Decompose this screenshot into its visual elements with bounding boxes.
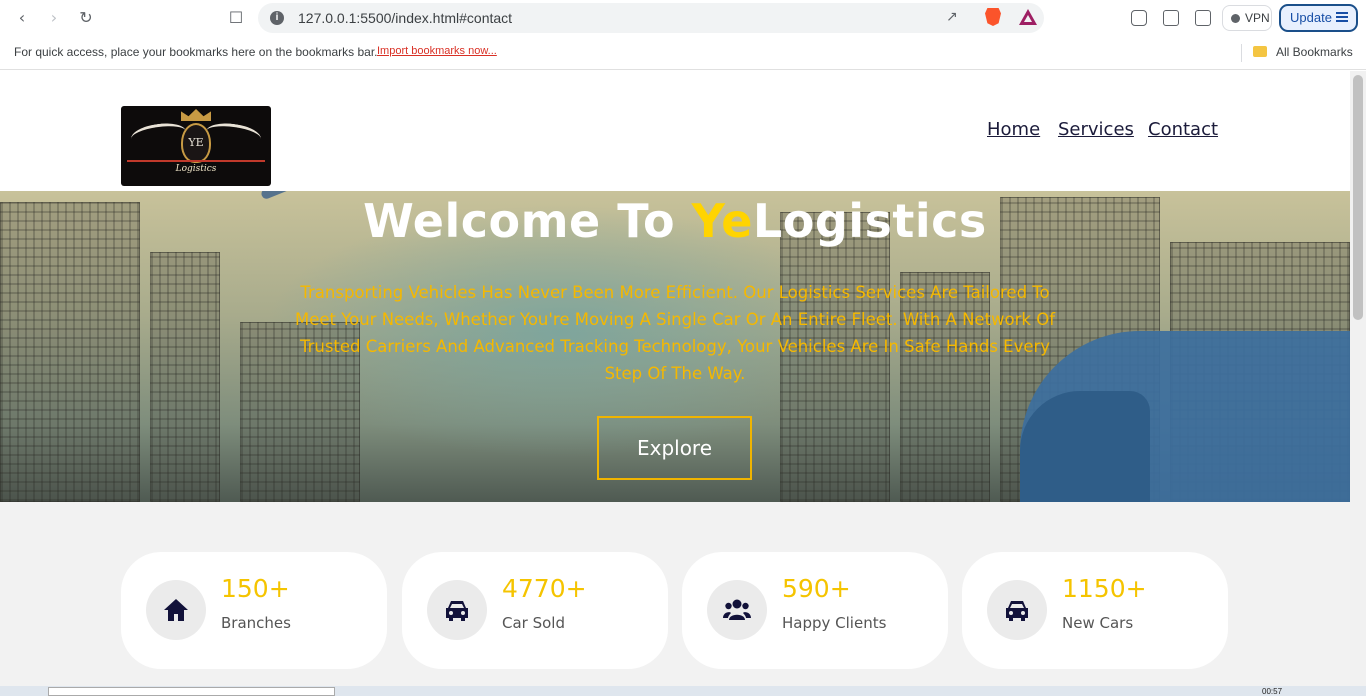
hero-title-suffix: Logistics bbox=[752, 194, 987, 248]
wing-left-icon bbox=[129, 120, 188, 150]
bookmarks-bar: For quick access, place your bookmarks h… bbox=[0, 36, 1366, 70]
share-icon[interactable]: ↗ bbox=[946, 9, 958, 25]
car-icon bbox=[987, 580, 1047, 640]
vpn-button[interactable]: VPN bbox=[1222, 5, 1272, 31]
wing-right-icon bbox=[204, 120, 263, 150]
taskbar-search[interactable] bbox=[48, 687, 335, 696]
nav-home[interactable]: Home bbox=[987, 119, 1040, 140]
update-label: Update bbox=[1290, 10, 1332, 25]
nav-services[interactable]: Services bbox=[1058, 119, 1134, 140]
car-icon bbox=[427, 580, 487, 640]
hero-title: Welcome To YeLogistics bbox=[0, 194, 1350, 248]
bookmarks-divider bbox=[1241, 44, 1242, 62]
hero-title-prefix: Welcome To bbox=[363, 194, 692, 248]
folder-icon bbox=[1253, 46, 1267, 57]
truck-cab-graphic bbox=[1020, 391, 1150, 502]
brave-shields-icon[interactable] bbox=[985, 8, 1001, 26]
bookmark-icon[interactable]: ☐ bbox=[226, 8, 246, 28]
menu-icon bbox=[1336, 12, 1348, 22]
home-icon bbox=[146, 580, 206, 640]
import-bookmarks-link[interactable]: Import bookmarks now... bbox=[377, 45, 497, 57]
update-button[interactable]: Update bbox=[1279, 4, 1358, 32]
explore-button[interactable]: Explore bbox=[597, 416, 752, 480]
address-bar[interactable]: i 127.0.0.1:5500/index.html#contact ↗ bbox=[258, 3, 1044, 33]
sidebar-icon[interactable] bbox=[1163, 10, 1179, 26]
wallet-icon[interactable] bbox=[1195, 10, 1211, 26]
browser-toolbar: ‹ › ↻ ☐ i 127.0.0.1:5500/index.html#cont… bbox=[0, 0, 1366, 36]
page-scrollbar[interactable] bbox=[1350, 71, 1366, 686]
site-logo[interactable]: YE Logistics bbox=[121, 106, 271, 186]
stats-section: 150+ Branches 4770+ Car Sold 590+ Happy … bbox=[0, 502, 1350, 686]
stat-value: 4770+ bbox=[502, 574, 587, 603]
stat-value: 590+ bbox=[782, 574, 851, 603]
logo-initials: YE bbox=[181, 123, 211, 163]
crown-icon bbox=[181, 109, 211, 121]
os-taskbar: 00:57 bbox=[0, 686, 1366, 696]
forward-icon[interactable]: › bbox=[44, 8, 64, 28]
stat-label: Branches bbox=[221, 614, 291, 632]
stat-value: 1150+ bbox=[1062, 574, 1147, 603]
url-text: 127.0.0.1:5500/index.html#contact bbox=[298, 10, 513, 26]
nav-contact[interactable]: Contact bbox=[1148, 119, 1218, 140]
building-graphic bbox=[150, 252, 220, 502]
hero-section: Welcome To YeLogistics Transporting Vehi… bbox=[0, 191, 1350, 502]
all-bookmarks-button[interactable]: All Bookmarks bbox=[1276, 45, 1353, 59]
page-viewport: YE Logistics Home Services Contact Welco… bbox=[0, 71, 1350, 686]
stat-card: 4770+ Car Sold bbox=[402, 552, 668, 669]
back-icon[interactable]: ‹ bbox=[12, 8, 32, 28]
users-icon bbox=[707, 580, 767, 640]
hero-title-accent: Ye bbox=[691, 194, 753, 248]
scrollbar-thumb[interactable] bbox=[1353, 75, 1363, 320]
logo-script: Logistics bbox=[175, 164, 217, 174]
extensions-icon[interactable] bbox=[1131, 10, 1147, 26]
stat-label: Car Sold bbox=[502, 614, 565, 632]
stat-label: New Cars bbox=[1062, 614, 1134, 632]
reload-icon[interactable]: ↻ bbox=[76, 8, 96, 28]
stat-card: 1150+ New Cars bbox=[962, 552, 1228, 669]
site-header: YE Logistics Home Services Contact bbox=[0, 71, 1350, 191]
bookmarks-prompt: For quick access, place your bookmarks h… bbox=[14, 45, 378, 59]
hero-description: Transporting Vehicles Has Never Been Mor… bbox=[294, 283, 1056, 383]
stat-label: Happy Clients bbox=[782, 614, 887, 632]
stat-value: 150+ bbox=[221, 574, 290, 603]
logo-divider bbox=[127, 160, 265, 162]
brave-rewards-icon[interactable] bbox=[1019, 9, 1037, 25]
taskbar-clock: 00:57 bbox=[1262, 687, 1283, 696]
stat-card: 590+ Happy Clients bbox=[682, 552, 948, 669]
site-info-icon[interactable]: i bbox=[270, 11, 284, 25]
stat-card: 150+ Branches bbox=[121, 552, 387, 669]
